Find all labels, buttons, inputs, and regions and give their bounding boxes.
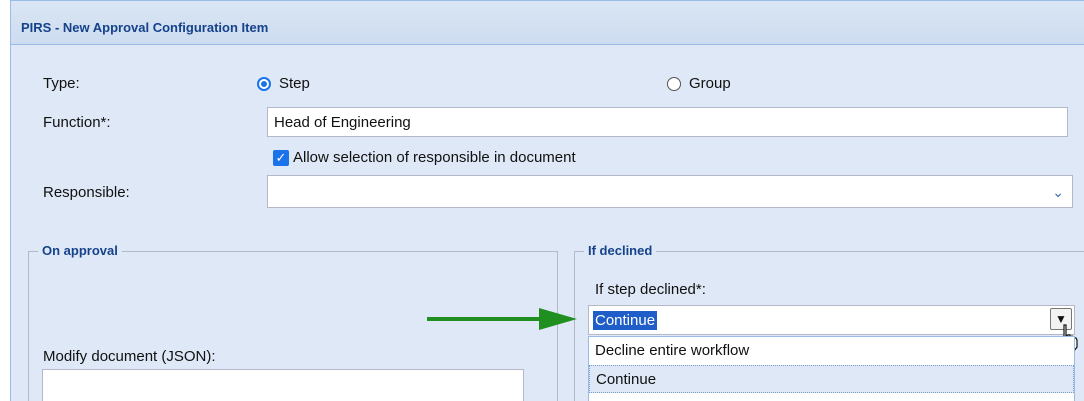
if-declined-legend: If declined [584,243,657,258]
option-continue[interactable]: Continue [589,365,1074,393]
approval-config-dialog: PIRS - New Approval Configuration Item T… [10,0,1084,401]
step-declined-value: Continue [593,311,658,330]
type-step-radio[interactable] [257,77,271,91]
on-approval-legend: On approval [38,243,122,258]
modify-doc-textarea[interactable] [42,369,524,401]
type-group-label[interactable]: Group [689,75,731,92]
chevron-down-icon[interactable]: ⌄ [1052,184,1064,201]
responsible-combo[interactable]: ⌄ [267,175,1073,208]
modify-doc-label: Modify document (JSON): [43,348,216,365]
step-declined-combo[interactable]: Continue ▼ [588,305,1075,335]
function-label: Function*: [43,114,111,131]
function-input[interactable]: Head of Engineering [267,107,1068,137]
allow-selection-checkbox[interactable]: ✓ [273,150,289,166]
option-decline-entire-workflow[interactable]: Decline entire workflow [589,337,1074,365]
dialog-titlebar: PIRS - New Approval Configuration Item [11,1,1084,45]
step-declined-label: If step declined*: [595,281,706,298]
step-declined-dropdown: Decline entire workflow Continue [588,336,1075,401]
type-label: Type: [43,75,80,92]
allow-selection-label[interactable]: Allow selection of responsible in docume… [293,149,576,166]
type-group-radio[interactable] [667,77,681,91]
dialog-title: PIRS - New Approval Configuration Item [21,20,269,35]
green-arrow [427,308,577,330]
responsible-label: Responsible: [43,184,130,201]
type-step-label[interactable]: Step [279,75,310,92]
